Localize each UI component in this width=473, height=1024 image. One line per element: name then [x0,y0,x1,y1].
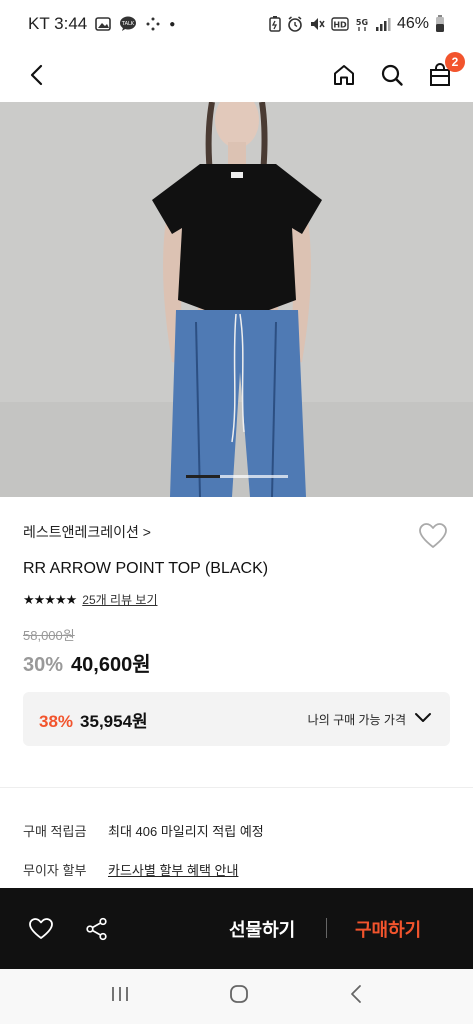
product-title: RR ARROW POINT TOP (BLACK) [23,560,269,577]
gift-button[interactable]: 선물하기 [229,916,295,942]
recent-apps-button[interactable] [109,984,131,1009]
battery-icon [435,15,445,33]
original-price: 58,000원 [23,628,75,643]
product-image[interactable] [0,102,473,497]
price-row: 30% 40,600원 [23,648,151,677]
carousel-indicator-fill [186,475,220,478]
my-price: 35,954원 [80,711,148,731]
battery-saver-icon [269,16,281,32]
discount-rate: 30% [23,654,64,676]
heart-icon [419,523,447,548]
back-nav-icon [351,985,362,1003]
installment-label: 무이자 할부 [23,863,87,878]
alarm-icon [287,16,303,32]
home-nav-button[interactable] [228,983,250,1010]
home-icon [334,65,354,85]
sale-price: 40,600원 [71,654,151,676]
brand-link[interactable]: 레스트앤레크레이션 > [23,522,151,542]
rating-row: ★★★★★ 25개 리뷰 보기 [23,591,158,608]
points-row: 구매 적립금 최대 406 마일리지 적립 예정 [23,821,264,840]
wishlist-button[interactable] [418,522,448,550]
mute-icon [309,16,325,32]
bottom-action-bar: 선물하기 구매하기 [0,888,473,969]
star-rating-icon: ★★★★★ [23,591,77,607]
back-arrow-icon [30,64,43,86]
share-button[interactable] [84,916,110,942]
app-header: 2 [0,48,473,102]
battery-text: 46% [396,15,429,32]
home-circle-icon [230,985,249,1003]
hd-icon: HD [331,17,349,31]
system-nav-bar [0,969,473,1024]
my-price-box[interactable]: 38% 35,954원 나의 구매 가능 가격 [23,692,450,746]
more-dot-icon: ● [169,18,176,30]
installment-link[interactable]: 카드사별 할부 혜택 안내 [108,860,238,879]
talk-icon: TALK [119,16,137,32]
dots-icon [145,16,161,32]
my-price-label: 나의 구매 가능 가격 [307,712,406,727]
bottom-wishlist-button[interactable] [28,916,54,942]
points-value: 최대 406 마일리지 적립 예정 [108,824,264,839]
section-divider [0,787,473,788]
my-discount-rate: 38% [39,711,74,731]
installment-row: 무이자 할부 카드사별 할부 혜택 안내 [23,860,238,879]
svg-text:TALK: TALK [121,21,135,27]
heart-outline-icon [29,918,53,939]
signal-icon [375,17,391,31]
carrier-time: KT 3:44 [28,14,88,33]
points-label: 구매 적립금 [23,824,87,839]
home-button[interactable] [329,60,359,90]
cart-button[interactable]: 2 [425,52,465,90]
back-nav-button[interactable] [348,983,364,1010]
status-bar: KT 3:44 TALK ● HD 5G 46% [0,0,473,48]
svg-text:5G: 5G [356,18,368,27]
search-icon [381,64,403,86]
brand-name: 레스트앤레크레이션 > [23,524,151,540]
cart-count-badge: 2 [445,52,465,72]
recent-apps-icon [111,987,128,1001]
chevron-down-icon [414,712,432,727]
buy-button[interactable]: 구매하기 [355,916,421,942]
gallery-icon [95,17,112,31]
svg-text:HD: HD [333,21,347,30]
model-photo [0,102,473,497]
search-button[interactable] [377,60,407,90]
bottom-separator [326,918,327,938]
5g-icon: 5G [355,16,369,32]
reviews-link[interactable]: 25개 리뷰 보기 [82,591,157,608]
back-button[interactable] [22,60,52,90]
image-carousel-indicator [186,475,288,478]
share-icon [86,917,107,941]
